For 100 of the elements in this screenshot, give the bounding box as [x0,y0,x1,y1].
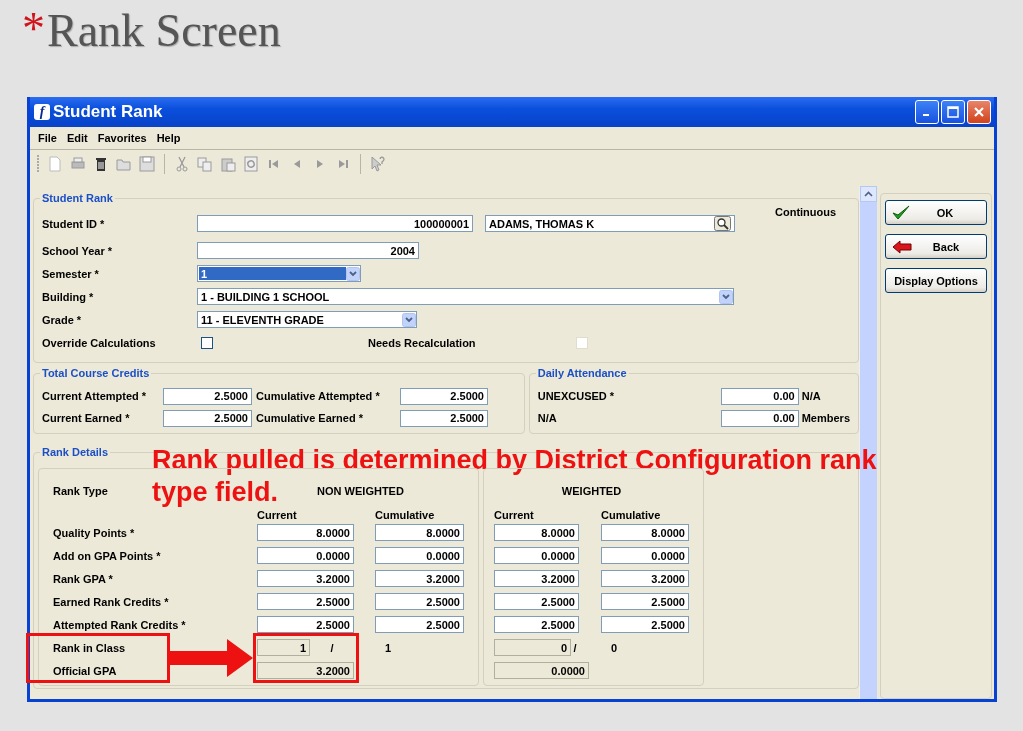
copy-icon[interactable] [197,156,213,172]
checkmark-icon [892,204,910,221]
refresh-icon[interactable] [243,156,259,172]
value-field[interactable]: 8.0000 [601,524,689,541]
row-label: Quality Points * [52,526,136,539]
column-header: Current [257,509,298,521]
field-label: Needs Recalculation [368,336,477,349]
value-field[interactable]: 2.5000 [375,616,464,633]
left-arrow-icon [892,239,912,254]
attendance-field[interactable]: 0.00 [720,387,799,405]
value-field[interactable]: 3.2000 [601,570,689,587]
value-field[interactable]: 2.5000 [494,616,579,633]
menu-item[interactable]: File [37,131,58,145]
value-field[interactable]: 0.0000 [494,547,579,564]
row-label: Earned Rank Credits * [52,595,170,608]
action-button[interactable]: Display Options [885,268,987,293]
minimize-button[interactable] [915,100,939,124]
credits-field[interactable]: 2.5000 [400,409,488,427]
student-name-field[interactable]: ADAMS, THOMAS K [485,215,735,232]
gpa-field: 0.0000 [494,662,589,679]
window-title: Student Rank [53,102,164,122]
search-icon[interactable] [714,216,731,231]
close-button[interactable] [967,100,991,124]
value-field[interactable]: 8.0000 [494,524,579,541]
blank-page-icon[interactable] [47,156,63,172]
row-label: Attempted Rank Credits * [52,618,187,631]
menu-item[interactable]: Favorites [96,131,148,145]
credits-field[interactable]: 2.5000 [163,387,252,405]
value-field[interactable]: 8.0000 [257,524,354,541]
attendance-field[interactable]: 0.00 [720,409,799,427]
field-label: Current Attempted * [42,390,148,402]
value-field[interactable]: 3.2000 [375,570,464,587]
section-title: Student Rank [41,192,114,204]
field-suffix: Members [800,412,850,424]
bullet-mark: * [22,6,45,52]
scroll-up-button[interactable] [860,186,877,202]
value-field[interactable]: 2.5000 [375,593,464,610]
field-label: N/A [537,412,558,424]
value-field[interactable]: 3.2000 [494,570,579,587]
action-button[interactable]: OK [885,200,987,225]
chevron-down-icon[interactable] [402,312,416,327]
rank-field: 0 [494,639,571,656]
value-field[interactable]: 0.0000 [601,547,689,564]
chevron-up-icon[interactable] [864,191,873,197]
close-icon[interactable] [973,106,985,118]
field-label: Cumulative Earned * [255,412,364,424]
help-pointer-icon[interactable] [370,156,386,172]
slide-title: Rank Screen [47,6,281,57]
credits-field[interactable]: 2.5000 [163,409,252,427]
student-id-field[interactable]: 100000001 [197,215,473,232]
value-field[interactable]: 8.0000 [375,524,464,541]
separator-text: / [329,641,335,654]
printer-icon[interactable] [70,156,86,172]
value-field[interactable]: 0.0000 [375,547,464,564]
checkbox[interactable] [201,336,213,349]
school-year-field[interactable]: 2004 [197,242,419,259]
maximize-icon[interactable] [947,106,959,118]
continuous-label: Continuous [775,206,837,218]
row-label: Rank GPA * [52,572,114,585]
class-size-text: 1 [384,641,393,654]
grade-dropdown[interactable]: 11 - ELEVENTH GRADE [197,311,417,328]
menu-item[interactable]: Edit [65,131,89,145]
value-field[interactable]: 2.5000 [494,593,579,610]
field-label: Cumulative Attempted * [255,390,381,402]
group-heading: WEIGHTED [560,485,623,497]
row-label: Rank in Class [52,641,127,654]
rank-field: 1 [257,639,310,656]
section-title: Daily Attendance [536,367,628,379]
column-header: Cumulative [601,509,662,521]
section-title: Total Course Credits [41,367,151,379]
folder-icon[interactable] [116,156,132,172]
menu-item[interactable]: Help [155,131,182,145]
field-label: UNEXCUSED * [537,390,616,402]
value-field[interactable]: 0.0000 [257,547,354,564]
value-field[interactable]: 2.5000 [257,593,354,610]
trash-icon[interactable] [93,156,109,172]
semester-dropdown[interactable]: 1 [197,265,361,282]
value-field[interactable]: 3.2000 [257,570,354,587]
column-header: Cumulative [375,509,436,521]
maximize-button[interactable] [941,100,965,124]
value-field[interactable]: 2.5000 [601,593,689,610]
column-header: Current [494,509,535,521]
credits-field[interactable]: 2.5000 [400,387,488,405]
value-field[interactable]: 2.5000 [257,616,354,633]
building-dropdown[interactable]: 1 - BUILDING 1 SCHOOL [197,288,734,305]
scissors-icon[interactable] [174,156,190,172]
clipboard-icon[interactable] [220,156,236,172]
value-field[interactable]: 2.5000 [601,616,689,633]
row-label: Official GPA [52,664,118,677]
chevron-down-icon[interactable] [719,289,733,304]
field-label: Semester * [42,267,100,280]
field-label: Student ID * [42,217,106,230]
annotation-text: type field. [152,476,279,508]
grip-icon [36,154,40,174]
field-label: Building * [42,290,95,303]
chevron-down-icon[interactable] [346,266,360,281]
action-button[interactable]: Back [885,234,987,259]
app-logo: f [34,104,50,120]
section-title: Rank Details [41,446,110,458]
class-size-text: 0 [610,641,619,654]
